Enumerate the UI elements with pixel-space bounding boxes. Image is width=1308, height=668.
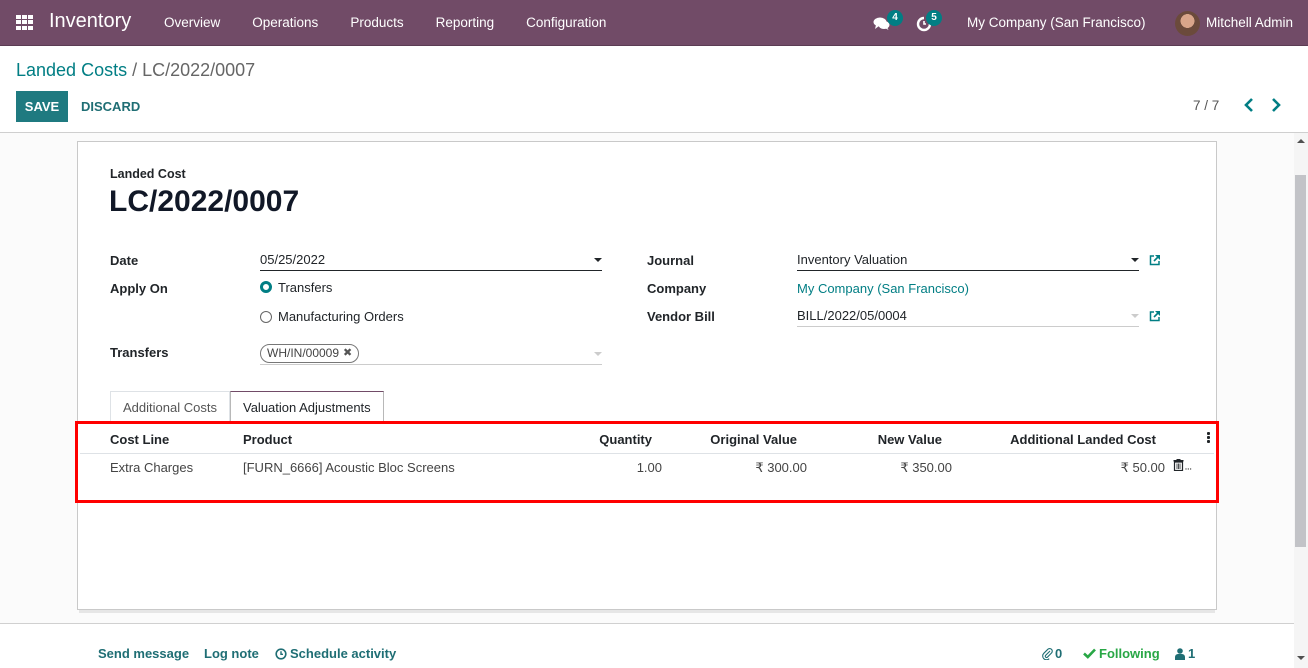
- followers-button[interactable]: 1: [1175, 646, 1195, 661]
- trash-icon: [1173, 459, 1192, 472]
- send-message-button[interactable]: Send message: [98, 646, 189, 661]
- external-link-icon[interactable]: [1149, 310, 1161, 322]
- menu-configuration[interactable]: Configuration: [526, 15, 606, 30]
- attachments-button[interactable]: 0: [1042, 646, 1062, 661]
- radio-transfers-label[interactable]: Transfers: [278, 280, 332, 295]
- cell-cost-line[interactable]: Extra Charges: [110, 460, 193, 475]
- followers-count: 1: [1188, 646, 1196, 661]
- cell-product[interactable]: [FURN_6666] Acoustic Bloc Screens: [243, 460, 455, 475]
- chatter-divider: [0, 623, 1294, 624]
- user-icon: [1175, 647, 1185, 660]
- clock-icon: [275, 647, 287, 660]
- radio-transfers[interactable]: [260, 281, 272, 293]
- following-label: Following: [1099, 646, 1160, 661]
- column-original-value[interactable]: Original Value: [710, 432, 797, 447]
- pager-value[interactable]: 7 / 7: [1193, 98, 1219, 113]
- company-link[interactable]: My Company (San Francisco): [797, 281, 969, 296]
- breadcrumb-current: LC/2022/0007: [142, 60, 256, 80]
- delete-row-button[interactable]: [1173, 459, 1193, 474]
- pager-previous-button[interactable]: [1244, 98, 1254, 117]
- record-type-label: Landed Cost: [110, 167, 186, 181]
- schedule-activity-label: Schedule activity: [290, 646, 397, 661]
- remove-tag-icon[interactable]: ✖: [343, 345, 352, 362]
- journal-value: Inventory Valuation: [797, 252, 908, 267]
- transfer-tag: WH/IN/00009 ✖: [260, 344, 360, 363]
- user-avatar[interactable]: [1175, 11, 1200, 36]
- top-navbar: Inventory Overview Operations Products R…: [0, 0, 1308, 46]
- vendor-bill-value: BILL/2022/05/0004: [797, 308, 907, 323]
- chevron-left-icon: [1244, 98, 1253, 112]
- column-product[interactable]: Product: [243, 432, 292, 447]
- vendor-bill-label: Vendor Bill: [647, 309, 715, 324]
- date-value: 05/25/2022: [260, 252, 326, 267]
- transfer-tag-label: WH/IN/00009: [267, 346, 340, 360]
- log-note-button[interactable]: Log note: [204, 646, 259, 661]
- check-icon: [1083, 648, 1096, 659]
- attachments-count: 0: [1055, 646, 1063, 661]
- breadcrumb-landed-costs[interactable]: Landed Costs: [16, 60, 127, 80]
- caret-down-icon: [1131, 314, 1139, 318]
- company-label: Company: [647, 281, 707, 296]
- menu-overview[interactable]: Overview: [164, 15, 220, 30]
- cell-additional-landed-cost[interactable]: ₹ 50.00: [1121, 460, 1165, 476]
- radio-manufacturing-orders-label[interactable]: Manufacturing Orders: [278, 309, 404, 324]
- date-label: Date: [110, 253, 139, 268]
- caret-down-icon: [594, 352, 602, 356]
- caret-down-icon: [1131, 258, 1139, 262]
- apply-on-label: Apply On: [110, 281, 168, 296]
- scroll-up-arrow-icon[interactable]: [1297, 139, 1305, 143]
- external-link-icon[interactable]: [1149, 254, 1161, 266]
- menu-products[interactable]: Products: [350, 15, 403, 30]
- main-menu: Overview Operations Products Reporting C…: [164, 15, 638, 30]
- date-field[interactable]: 05/25/2022: [260, 251, 602, 271]
- discard-button[interactable]: DISCARD: [81, 91, 140, 122]
- breadcrumb: Landed Costs / LC/2022/0007: [16, 60, 255, 81]
- column-additional-landed-cost[interactable]: Additional Landed Cost: [1010, 432, 1156, 447]
- caret-down-icon: [594, 258, 602, 262]
- column-new-value[interactable]: New Value: [878, 432, 942, 447]
- vendor-bill-field[interactable]: BILL/2022/05/0004: [797, 307, 1139, 327]
- app-name[interactable]: Inventory: [49, 10, 131, 33]
- menu-operations[interactable]: Operations: [252, 15, 318, 30]
- save-button[interactable]: SAVE: [16, 91, 68, 122]
- schedule-activity-button[interactable]: Schedule activity: [275, 646, 396, 661]
- breadcrumb-separator: /: [127, 60, 143, 80]
- journal-label: Journal: [647, 253, 694, 268]
- column-quantity[interactable]: Quantity: [599, 432, 652, 447]
- cell-new-value[interactable]: ₹ 350.00: [900, 460, 952, 476]
- user-menu[interactable]: Mitchell Admin: [1206, 15, 1293, 30]
- messages-count-badge: 4: [887, 10, 903, 26]
- cell-quantity[interactable]: 1.00: [637, 460, 662, 475]
- transfers-label: Transfers: [110, 345, 169, 360]
- tab-valuation-adjustments[interactable]: Valuation Adjustments: [230, 391, 384, 422]
- chevron-right-icon: [1272, 98, 1281, 112]
- journal-field[interactable]: Inventory Valuation: [797, 251, 1139, 271]
- company-switcher[interactable]: My Company (San Francisco): [967, 15, 1146, 30]
- cell-original-value[interactable]: ₹ 300.00: [755, 460, 807, 476]
- activities-button[interactable]: 5: [915, 10, 945, 35]
- record-title: LC/2022/0007: [109, 185, 300, 218]
- messages-button[interactable]: 4: [873, 10, 903, 35]
- optional-columns-icon[interactable]: [1207, 432, 1210, 444]
- scrollbar-thumb[interactable]: [1295, 175, 1306, 547]
- tab-additional-costs[interactable]: Additional Costs: [110, 391, 230, 422]
- menu-reporting[interactable]: Reporting: [436, 15, 495, 30]
- radio-manufacturing-orders[interactable]: [260, 311, 272, 323]
- pager-next-button[interactable]: [1271, 98, 1281, 117]
- column-cost-line[interactable]: Cost Line: [110, 432, 169, 447]
- activities-count-badge: 5: [926, 10, 942, 26]
- scroll-down-arrow-icon[interactable]: [1297, 656, 1305, 660]
- apps-grid-icon[interactable]: [16, 15, 33, 30]
- following-button[interactable]: Following: [1083, 646, 1160, 661]
- paperclip-icon: [1042, 648, 1053, 660]
